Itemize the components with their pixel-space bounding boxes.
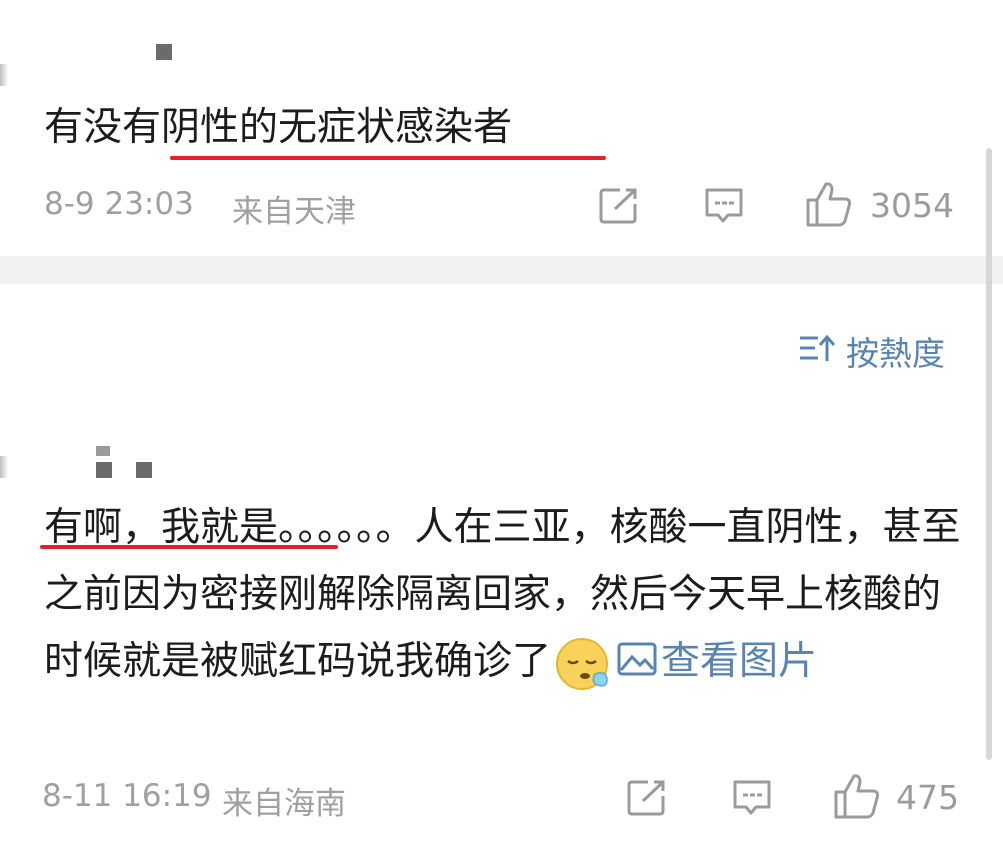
comment-source: 来自海南	[222, 786, 346, 822]
comment-text: 有啊，我就是。。。。。。人在三亚，核酸一直阴性，甚至之前因为密接刚解除隔离回家，…	[44, 494, 964, 697]
comment-thumbs-up-icon[interactable]	[832, 772, 882, 820]
view-image-link[interactable]: 查看图片	[617, 639, 817, 684]
comment-date: 8-11 16:19	[42, 778, 212, 814]
thumbs-up-icon[interactable]	[804, 180, 854, 228]
comment-highlight-underline	[40, 545, 338, 549]
post-source: 来自天津	[232, 194, 356, 230]
comment-username-mask-top	[96, 446, 110, 456]
sort-icon	[798, 332, 836, 371]
comment-icon[interactable]	[703, 186, 745, 226]
comment-username-mask-2	[136, 462, 152, 478]
scrollbar[interactable]	[986, 148, 992, 760]
post-text: 有没有阴性的无症状感染者	[44, 105, 513, 150]
comment-username-mask	[96, 462, 112, 478]
post-like-count: 3054	[870, 186, 954, 225]
share-icon[interactable]	[598, 186, 640, 226]
sort-label: 按熱度	[846, 334, 945, 373]
sort-by-hotness-button[interactable]: 按熱度	[798, 327, 945, 375]
comment-like-count: 475	[896, 778, 959, 817]
sleepy-emoji	[555, 636, 611, 692]
post-highlight-underline	[170, 156, 606, 160]
comment-reply-icon[interactable]	[731, 778, 773, 818]
section-divider	[0, 256, 1003, 284]
comment-body: 有啊，我就是。。。。。。人在三亚，核酸一直阴性，甚至之前因为密接刚解除隔离回家，…	[44, 505, 961, 684]
avatar-edge[interactable]	[0, 64, 8, 86]
post-date: 8-9 23:03	[44, 186, 194, 222]
comment-share-icon[interactable]	[626, 778, 668, 818]
image-icon	[617, 630, 657, 697]
username-mask	[156, 44, 172, 60]
comment-avatar-edge[interactable]	[0, 456, 8, 478]
view-image-label: 查看图片	[661, 639, 818, 684]
